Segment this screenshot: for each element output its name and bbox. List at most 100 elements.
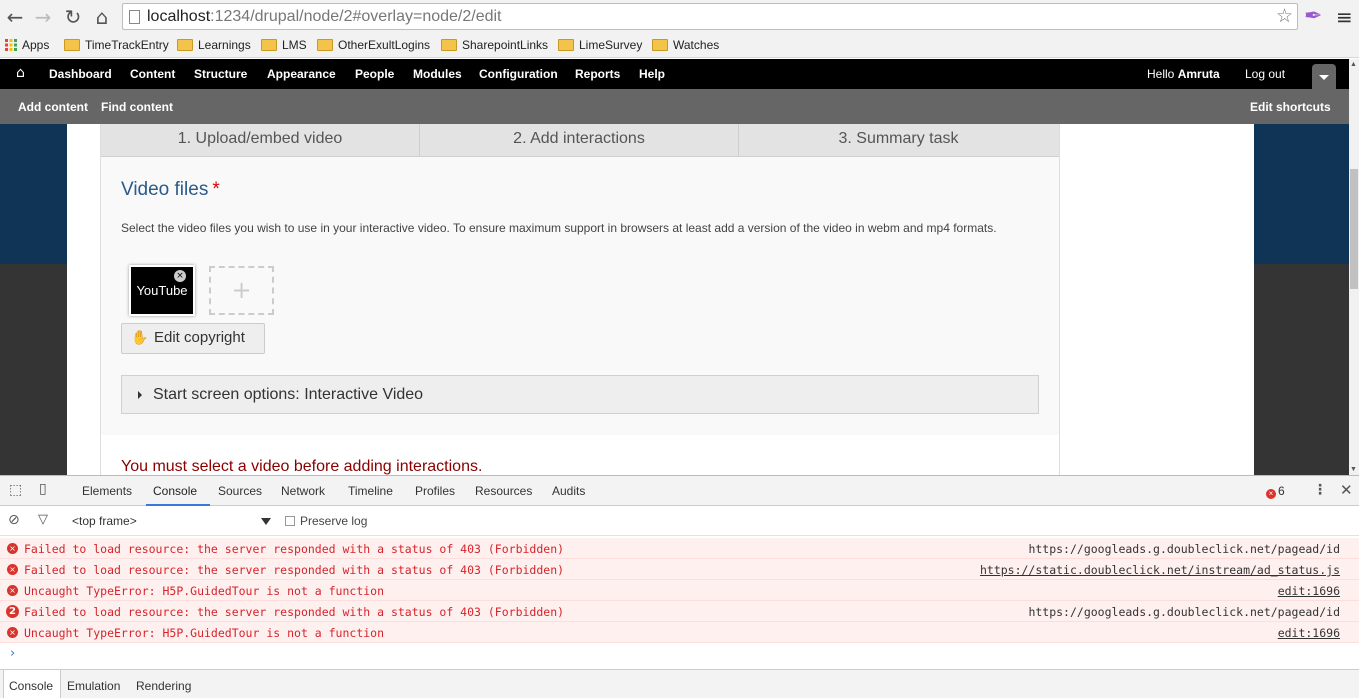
drupal-admin-toolbar: ⌂ Dashboard Content Structure Appearance… [0, 59, 1359, 89]
close-devtools-icon[interactable]: ✕ [1340, 481, 1353, 499]
error-icon: × [7, 627, 18, 638]
console-message-source[interactable]: https://googleads.g.doubleclick.net/page… [1028, 542, 1340, 556]
console-message-source[interactable]: https://googleads.g.doubleclick.net/page… [1028, 605, 1340, 619]
bookmark-sharepointlinks[interactable]: SharepointLinks [441, 37, 548, 55]
folder-icon [558, 39, 574, 51]
tab-audits[interactable]: Audits [552, 484, 585, 498]
handshake-icon: ✋ [131, 330, 149, 346]
forward-arrow-icon[interactable]: → [32, 6, 54, 28]
console-prompt[interactable]: › [10, 646, 15, 661]
toolbar-modules[interactable]: Modules [413, 67, 462, 81]
tab-resources[interactable]: Resources [475, 484, 532, 498]
step-summary-task[interactable]: 3. Summary task [739, 124, 1058, 156]
step-upload-video[interactable]: 1. Upload/embed video [101, 124, 420, 156]
user-greeting: Hello Amruta [1147, 67, 1220, 81]
toolbar-people[interactable]: People [355, 67, 394, 81]
error-icon: × [7, 585, 18, 596]
scroll-up-icon[interactable]: ▲ [1350, 61, 1357, 68]
toolbar-content[interactable]: Content [130, 67, 175, 81]
logout-link[interactable]: Log out [1245, 67, 1285, 81]
bookmark-timetrackentry[interactable]: TimeTrackEntry [64, 37, 169, 55]
devtools-panel: ⬚ ▯ Elements Console Sources Network Tim… [0, 475, 1359, 698]
bookmark-otherexultlogins[interactable]: OtherExultLogins [317, 37, 430, 55]
tab-elements[interactable]: Elements [82, 484, 132, 498]
frame-selector[interactable]: <top frame> [72, 514, 137, 528]
toolbar-structure[interactable]: Structure [194, 67, 247, 81]
video-files-title: Video files * [121, 179, 220, 200]
console-message-text: Failed to load resource: the server resp… [24, 542, 565, 556]
console-message-row: × Failed to load resource: the server res… [0, 538, 1359, 559]
shortcut-find-content[interactable]: Find content [101, 100, 173, 114]
console-message-text: Uncaught TypeError: H5P.GuidedTour is no… [24, 626, 385, 640]
console-message-text: Failed to load resource: the server resp… [24, 605, 565, 619]
shortcuts-bar: Add content Find content Edit shortcuts [0, 89, 1359, 124]
drawer-tab-rendering[interactable]: Rendering [136, 679, 191, 693]
folder-icon [652, 39, 668, 51]
reload-icon[interactable]: ↻ [62, 6, 84, 28]
tab-sources[interactable]: Sources [218, 484, 262, 498]
shortcuts-toggle-button[interactable] [1312, 64, 1336, 89]
h5p-editor: 1. Upload/embed video 2. Add interaction… [100, 124, 1060, 475]
toolbar-help[interactable]: Help [639, 67, 665, 81]
inspect-element-icon[interactable]: ⬚ [9, 482, 22, 498]
tab-profiles[interactable]: Profiles [415, 484, 455, 498]
scrollbar-thumb[interactable] [1350, 169, 1358, 289]
start-screen-options-toggle[interactable]: Start screen options: Interactive Video [121, 375, 1039, 414]
tab-timeline[interactable]: Timeline [348, 484, 393, 498]
checkbox-icon [285, 516, 295, 526]
folder-icon [177, 39, 193, 51]
step-add-interactions[interactable]: 2. Add interactions [420, 124, 739, 156]
console-message-source[interactable]: edit:1696 [1278, 584, 1340, 598]
back-arrow-icon[interactable]: ← [4, 6, 26, 28]
page-scrollbar[interactable]: ▲ ▼ [1349, 59, 1359, 475]
home-icon[interactable]: ⌂ [91, 6, 113, 28]
bookmark-star-icon[interactable]: ☆ [1276, 5, 1293, 27]
devtools-menu-icon[interactable]: ⋮ [1313, 482, 1327, 498]
console-message-row: × Uncaught TypeError: H5P.GuidedTour is n… [0, 622, 1359, 643]
url-text[interactable]: localhost:1234/drupal/node/2#overlay=nod… [147, 8, 502, 26]
browser-menu-icon[interactable]: ≡ [1336, 5, 1353, 29]
home-icon[interactable]: ⌂ [16, 65, 25, 81]
preserve-log-checkbox[interactable]: Preserve log [285, 514, 367, 528]
devtools-drawer: Console Emulation Rendering [0, 669, 1359, 698]
filter-icon[interactable]: ▽ [38, 512, 48, 527]
shortcut-add-content[interactable]: Add content [18, 100, 88, 114]
tab-network[interactable]: Network [281, 484, 325, 498]
edit-shortcuts-link[interactable]: Edit shortcuts [1250, 100, 1331, 114]
error-count-badge[interactable]: × 6 [1266, 484, 1285, 499]
editor-steps: 1. Upload/embed video 2. Add interaction… [101, 124, 1059, 157]
toolbar-reports[interactable]: Reports [575, 67, 620, 81]
toolbar-configuration[interactable]: Configuration [479, 67, 558, 81]
address-bar[interactable]: localhost:1234/drupal/node/2#overlay=nod… [122, 3, 1298, 30]
drawer-tab-console[interactable]: Console [9, 679, 53, 693]
bookmark-lms[interactable]: LMS [261, 37, 307, 55]
scroll-down-icon[interactable]: ▼ [1350, 466, 1357, 473]
toolbar-appearance[interactable]: Appearance [267, 67, 336, 81]
tab-console[interactable]: Console [153, 484, 197, 498]
bookmark-limesurvey[interactable]: LimeSurvey [558, 37, 642, 55]
bookmark-watches[interactable]: Watches [652, 37, 719, 55]
frame-dropdown-icon[interactable] [261, 518, 271, 525]
add-video-button[interactable]: + [209, 266, 274, 315]
remove-video-icon[interactable]: × [174, 270, 186, 282]
video-files-description: Select the video files you wish to use i… [121, 221, 997, 235]
browser-toolbar: ← → ↻ ⌂ localhost:1234/drupal/node/2#ove… [0, 0, 1359, 33]
bookmark-learnings[interactable]: Learnings [177, 37, 251, 55]
required-mark: * [212, 179, 220, 200]
console-message-source[interactable]: https://static.doubleclick.net/instream/… [980, 563, 1340, 577]
devtools-tabbar: ⬚ ▯ Elements Console Sources Network Tim… [0, 476, 1359, 506]
feather-extension-icon[interactable]: ✒ [1304, 4, 1322, 29]
error-icon: 2 [6, 605, 19, 618]
console-log: × Failed to load resource: the server res… [0, 538, 1359, 643]
error-icon: × [7, 543, 18, 554]
clear-console-icon[interactable]: ⊘ [8, 512, 20, 528]
console-message-text: Uncaught TypeError: H5P.GuidedTour is no… [24, 584, 385, 598]
drawer-tab-emulation[interactable]: Emulation [67, 679, 120, 693]
page-icon [129, 10, 140, 24]
edit-copyright-button[interactable]: ✋ Edit copyright [121, 323, 265, 354]
folder-icon [441, 39, 457, 51]
console-message-source[interactable]: edit:1696 [1278, 626, 1340, 640]
device-mode-icon[interactable]: ▯ [39, 481, 47, 497]
toolbar-dashboard[interactable]: Dashboard [49, 67, 112, 81]
bookmark-apps[interactable]: Apps [5, 37, 49, 55]
